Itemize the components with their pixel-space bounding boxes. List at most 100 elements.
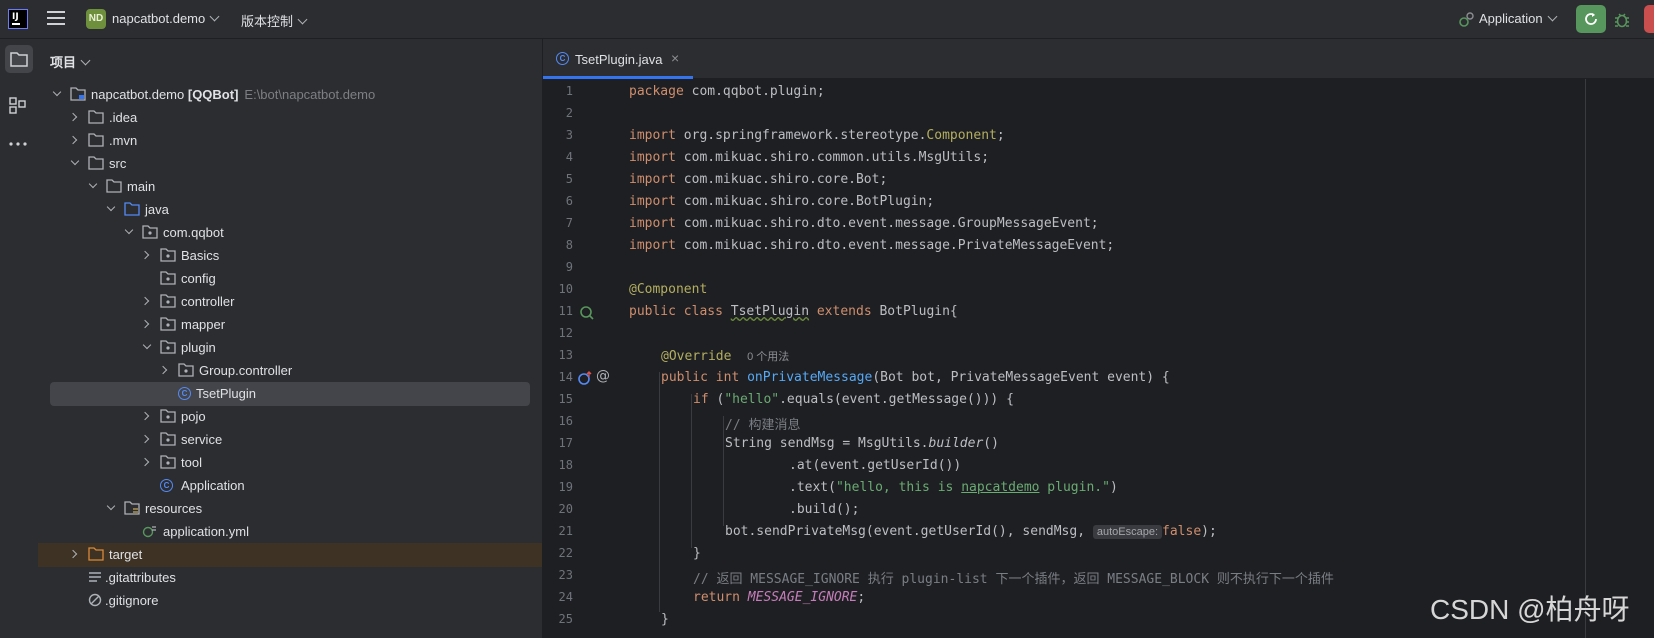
vcs-menu[interactable]: 版本控制 xyxy=(241,11,308,30)
chevron-right-icon[interactable] xyxy=(140,411,150,421)
root-name: napcatbot.demo xyxy=(91,87,185,102)
chevron-down-icon[interactable] xyxy=(106,202,116,212)
chevron-right-icon[interactable] xyxy=(68,135,78,145)
package-icon xyxy=(160,409,176,423)
tree-item-project-root[interactable]: napcatbot.demo [QQBot] E:\bot\napcatbot.d… xyxy=(38,83,542,107)
tab-tsetplugin-java[interactable]: C TsetPlugin.java × xyxy=(543,39,693,79)
chevron-down-icon[interactable] xyxy=(70,156,80,166)
chevron-down-icon[interactable] xyxy=(124,225,134,235)
project-name: napcatbot.demo xyxy=(112,11,206,26)
vcs-label: 版本控制 xyxy=(241,14,294,29)
chevron-down-icon[interactable] xyxy=(142,340,152,350)
tree-item-service[interactable]: service xyxy=(38,428,542,452)
tree-item-main[interactable]: main xyxy=(38,175,542,199)
tree-item-target[interactable]: target xyxy=(38,543,542,567)
chevron-right-icon[interactable] xyxy=(158,365,168,375)
code-line: return MESSAGE_IGNORE; xyxy=(693,590,866,605)
chevron-right-icon[interactable] xyxy=(140,457,150,467)
indent-guide xyxy=(723,416,724,526)
tree-item-label: Group.controller xyxy=(199,363,293,378)
ide-logo-icon[interactable]: IJ xyxy=(8,9,28,29)
chevron-right-icon[interactable] xyxy=(68,549,78,559)
tree-item-basics[interactable]: Basics xyxy=(38,244,542,268)
tree-item-com-qqbot[interactable]: com.qqbot xyxy=(38,221,542,245)
tree-item-application[interactable]: C Application xyxy=(38,474,542,498)
chevron-down-icon[interactable] xyxy=(88,179,98,189)
tree-item-src[interactable]: src xyxy=(38,152,542,176)
stop-button[interactable] xyxy=(1644,5,1654,33)
tree-item-gitattributes[interactable]: .gitattributes xyxy=(38,566,542,590)
tree-item-group-controller[interactable]: Group.controller xyxy=(38,359,542,383)
code-line: .build(); xyxy=(789,502,860,517)
tree-item-label: TsetPlugin xyxy=(196,386,256,401)
module-name: [QQBot] xyxy=(187,87,239,102)
line-number: 6 xyxy=(565,194,573,208)
tree-item-label: plugin xyxy=(181,340,216,355)
tree-item-label: service xyxy=(181,432,223,447)
line-number: 7 xyxy=(565,216,573,230)
tree-item-gitignore[interactable]: .gitignore xyxy=(38,589,542,613)
tree-item-label: .mvn xyxy=(109,133,138,148)
chevron-right-icon[interactable] xyxy=(68,112,78,122)
chevron-down-icon xyxy=(1547,11,1558,22)
tree-item-label: pojo xyxy=(181,409,206,424)
run-config-label: Application xyxy=(1479,11,1543,26)
tree-item-mapper[interactable]: mapper xyxy=(38,313,542,337)
project-panel: 项目 napcatbot.demo [QQBot] E:\bot\napcatbo… xyxy=(38,39,543,638)
main-menu-icon[interactable] xyxy=(47,11,65,27)
java-class-icon: C xyxy=(556,52,569,65)
project-panel-title[interactable]: 项目 xyxy=(50,52,91,71)
tree-item-plugin[interactable]: plugin xyxy=(38,336,542,360)
chevron-down-icon[interactable] xyxy=(106,501,116,511)
rerun-icon xyxy=(1585,13,1597,25)
tree-item-application-yml[interactable]: application.yml xyxy=(38,520,542,544)
tree-item-controller[interactable]: controller xyxy=(38,290,542,314)
code-line: @Component xyxy=(629,282,708,297)
rerun-button[interactable] xyxy=(1576,5,1606,33)
debug-bug-icon[interactable] xyxy=(1612,10,1632,30)
tree-item-pojo[interactable]: pojo xyxy=(38,405,542,429)
folder-icon xyxy=(10,52,28,67)
run-config-selector[interactable]: Application xyxy=(1479,11,1558,26)
more-tools-icon[interactable] xyxy=(9,141,27,147)
tree-item-label: .gitignore xyxy=(105,593,159,608)
java-class-icon: C xyxy=(178,387,191,400)
structure-icon[interactable] xyxy=(9,97,27,115)
tree-item-resources[interactable]: resources xyxy=(38,497,542,521)
code-line: String sendMsg = MsgUtils.builder() xyxy=(725,436,999,451)
tree-item-idea[interactable]: .idea xyxy=(38,106,542,130)
tree-item-label: napcatbot.demo [QQBot] E:\bot\napcatbot.d… xyxy=(91,87,375,102)
tree-item-label: Basics xyxy=(181,248,220,263)
package-icon xyxy=(160,455,176,469)
chevron-right-icon[interactable] xyxy=(140,296,150,306)
chevron-right-icon[interactable] xyxy=(140,434,150,444)
tree-item-label: config xyxy=(181,271,216,286)
title-bar: IJ ND napcatbot.demo 版本控制 Application xyxy=(0,0,1654,39)
yaml-file-icon xyxy=(142,526,156,538)
project-selector[interactable]: napcatbot.demo xyxy=(112,11,220,26)
source-folder-icon xyxy=(124,202,140,216)
override-method-gutter-icon[interactable] xyxy=(577,370,593,386)
tree-item-label: target xyxy=(109,547,143,562)
tree-item-tsetplugin[interactable]: C TsetPlugin xyxy=(50,382,530,406)
indent-guide xyxy=(659,372,660,612)
code-line: .at(event.getUserId()) xyxy=(789,458,962,473)
project-tool-button[interactable] xyxy=(5,45,33,73)
tree-item-mvn[interactable]: .mvn xyxy=(38,129,542,153)
close-icon[interactable]: × xyxy=(671,50,679,66)
chevron-down-icon[interactable] xyxy=(52,87,62,97)
tree-item-java[interactable]: java xyxy=(38,198,542,222)
tree-item-tool[interactable]: tool xyxy=(38,451,542,475)
spring-bean-gutter-icon[interactable] xyxy=(579,304,595,320)
tree-item-label: controller xyxy=(181,294,235,309)
code-line: package com.qqbot.plugin; xyxy=(629,84,825,99)
folder-icon xyxy=(106,179,122,193)
at-sign-gutter-icon[interactable]: @ xyxy=(596,368,610,384)
package-icon xyxy=(160,294,176,308)
chevron-right-icon[interactable] xyxy=(140,250,150,260)
project-badge[interactable]: ND xyxy=(86,9,106,29)
line-number: 3 xyxy=(565,128,573,142)
module-folder-icon xyxy=(70,87,86,101)
tree-item-config[interactable]: config xyxy=(38,267,542,291)
chevron-right-icon[interactable] xyxy=(140,319,150,329)
